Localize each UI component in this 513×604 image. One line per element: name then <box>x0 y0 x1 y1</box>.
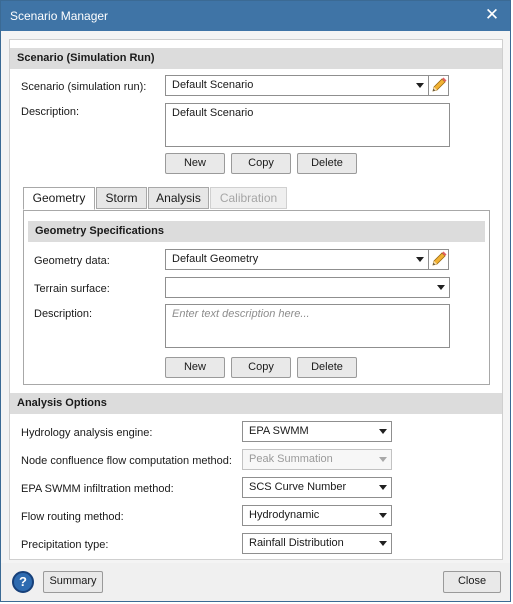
chevron-down-icon <box>379 513 387 518</box>
terrain-surface-label: Terrain surface: <box>34 283 110 295</box>
help-icon[interactable]: ? <box>12 571 34 593</box>
edit-scenario-button[interactable] <box>428 75 449 96</box>
chevron-down-icon <box>416 83 424 88</box>
node-confluence-value: Peak Summation <box>249 453 333 465</box>
tab-calibration: Calibration <box>210 187 287 209</box>
hydrology-engine-value: EPA SWMM <box>249 425 309 437</box>
precipitation-type-combo[interactable]: Rainfall Distribution <box>242 533 392 554</box>
chevron-down-icon <box>379 429 387 434</box>
infiltration-method-label: EPA SWMM infiltration method: <box>21 483 174 495</box>
scenario-new-button[interactable]: New <box>165 153 225 174</box>
geometry-data-label: Geometry data: <box>34 255 110 267</box>
geometry-description-label: Description: <box>34 308 93 320</box>
summary-button[interactable]: Summary <box>43 571 103 593</box>
hydrology-engine-combo[interactable]: EPA SWMM <box>242 421 392 442</box>
flow-routing-label: Flow routing method: <box>21 511 124 523</box>
precipitation-type-label: Precipitation type: <box>21 539 109 551</box>
edit-geometry-button[interactable] <box>428 249 449 270</box>
chevron-down-icon <box>437 285 445 290</box>
scenario-combo[interactable]: Default Scenario <box>165 75 429 96</box>
chevron-down-icon <box>379 541 387 546</box>
scenario-delete-button[interactable]: Delete <box>297 153 357 174</box>
chevron-down-icon <box>416 257 424 262</box>
node-confluence-combo: Peak Summation <box>242 449 392 470</box>
geometry-data-value: Default Geometry <box>172 253 259 265</box>
scenario-section-header: Scenario (Simulation Run) <box>10 48 502 69</box>
infiltration-method-combo[interactable]: SCS Curve Number <box>242 477 392 498</box>
hydrology-engine-label: Hydrology analysis engine: <box>21 427 153 439</box>
chevron-down-icon <box>379 485 387 490</box>
pencil-icon <box>432 251 447 266</box>
infiltration-method-value: SCS Curve Number <box>249 481 347 493</box>
node-confluence-label: Node confluence flow computation method: <box>21 455 232 467</box>
geometry-tab-panel: Geometry Specifications Geometry data: D… <box>23 210 490 385</box>
close-button[interactable]: Close <box>443 571 501 593</box>
scenario-copy-button[interactable]: Copy <box>231 153 291 174</box>
flow-routing-combo[interactable]: Hydrodynamic <box>242 505 392 526</box>
title-bar: Scenario Manager ✕ <box>1 1 510 31</box>
flow-routing-value: Hydrodynamic <box>249 509 320 521</box>
close-icon[interactable]: ✕ <box>484 6 500 24</box>
scenario-description-field[interactable]: Default Scenario <box>165 103 450 147</box>
pencil-icon <box>432 77 447 92</box>
scenario-manager-window: Scenario Manager ✕ Scenario (Simulation … <box>0 0 511 602</box>
scenario-label: Scenario (simulation run): <box>21 81 147 93</box>
scenario-combo-value: Default Scenario <box>172 79 254 91</box>
geometry-section-header: Geometry Specifications <box>28 221 485 242</box>
footer-bar: ? Summary Close <box>1 563 510 601</box>
terrain-surface-combo[interactable] <box>165 277 450 298</box>
geometry-description-field[interactable]: Enter text description here... <box>165 304 450 348</box>
geometry-data-combo[interactable]: Default Geometry <box>165 249 429 270</box>
window-title: Scenario Manager <box>10 9 109 23</box>
geometry-copy-button[interactable]: Copy <box>231 357 291 378</box>
analysis-options-header: Analysis Options <box>10 393 502 414</box>
tab-storm[interactable]: Storm <box>96 187 147 209</box>
chevron-down-icon <box>379 457 387 462</box>
dialog-body: Scenario (Simulation Run) Scenario (simu… <box>9 39 503 560</box>
tab-geometry[interactable]: Geometry <box>23 187 95 210</box>
tab-analysis[interactable]: Analysis <box>148 187 209 209</box>
precipitation-type-value: Rainfall Distribution <box>249 537 344 549</box>
geometry-delete-button[interactable]: Delete <box>297 357 357 378</box>
geometry-new-button[interactable]: New <box>165 357 225 378</box>
scenario-description-label: Description: <box>21 106 80 118</box>
